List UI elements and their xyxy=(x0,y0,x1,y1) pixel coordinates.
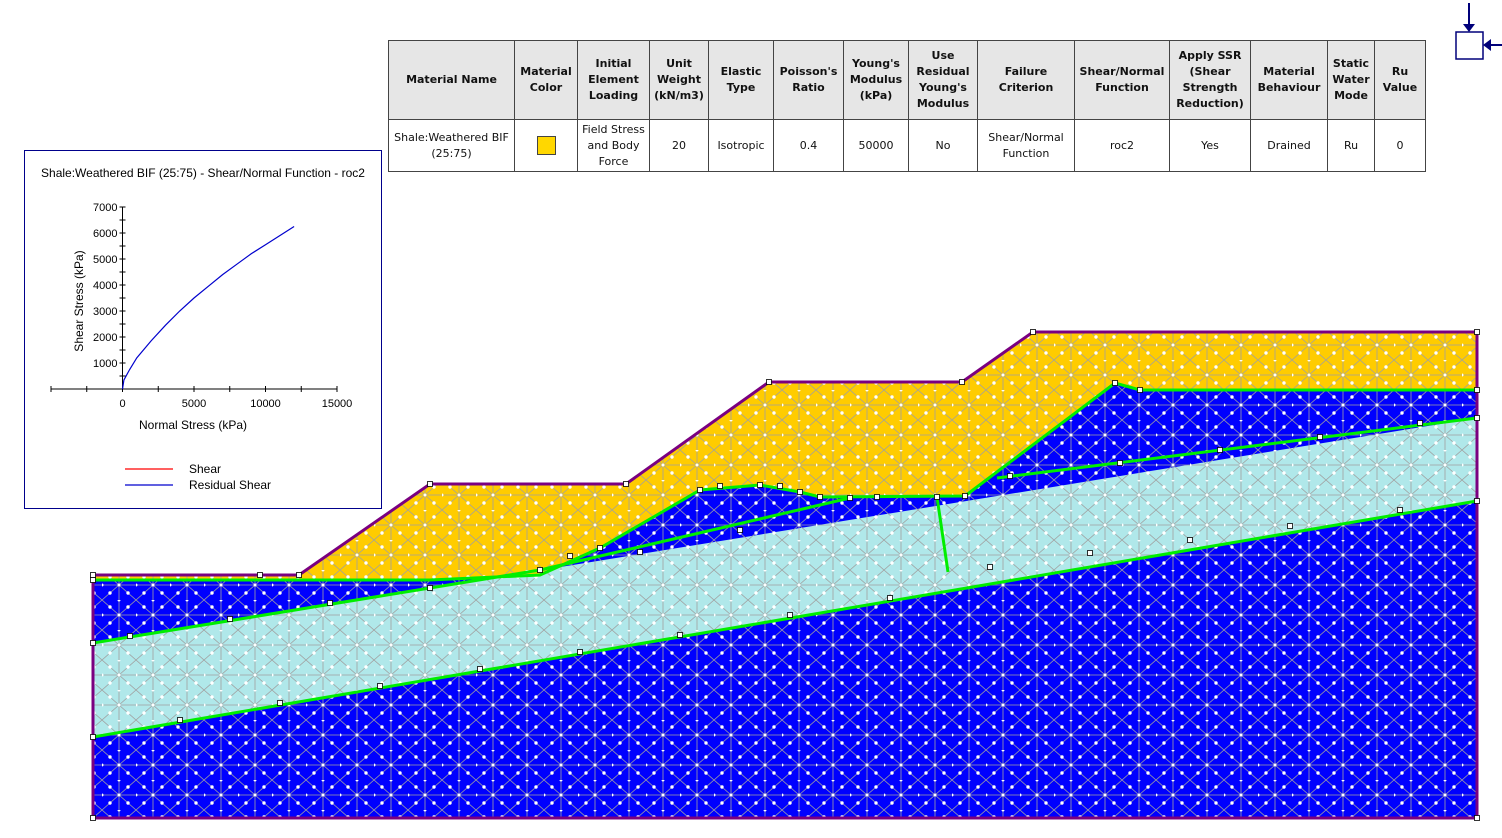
boundary-vertex[interactable] xyxy=(127,633,133,639)
boundary-vertex[interactable] xyxy=(717,483,723,489)
boundary-vertex[interactable] xyxy=(757,482,763,488)
boundary-vertex[interactable] xyxy=(427,481,433,487)
boundary-vertex[interactable] xyxy=(427,585,433,591)
boundary-vertex[interactable] xyxy=(327,600,333,606)
boundary-vertex[interactable] xyxy=(962,493,968,499)
boundary-vertex[interactable] xyxy=(787,612,793,618)
boundary-vertex[interactable] xyxy=(477,666,483,672)
boundary-vertex[interactable] xyxy=(637,549,643,555)
boundary-vertex[interactable] xyxy=(257,572,263,578)
boundary-vertex[interactable] xyxy=(377,683,383,689)
boundary-vertex[interactable] xyxy=(1397,507,1403,513)
boundary-vertex[interactable] xyxy=(1217,447,1223,453)
boundary-vertex[interactable] xyxy=(1007,473,1013,479)
boundary-vertex[interactable] xyxy=(577,649,583,655)
boundary-vertex[interactable] xyxy=(90,640,96,646)
boundary-vertex[interactable] xyxy=(1474,329,1480,335)
boundary-vertex[interactable] xyxy=(1112,380,1118,386)
boundary-vertex[interactable] xyxy=(1474,387,1480,393)
boundary-vertex[interactable] xyxy=(277,700,283,706)
boundary-vertex[interactable] xyxy=(817,494,823,500)
boundary-vertex[interactable] xyxy=(737,527,743,533)
boundary-vertex[interactable] xyxy=(677,632,683,638)
boundary-vertex[interactable] xyxy=(90,577,96,583)
boundary-vertex[interactable] xyxy=(934,494,940,500)
boundary-vertex[interactable] xyxy=(766,379,772,385)
boundary-vertex[interactable] xyxy=(567,553,573,559)
boundary-vertex[interactable] xyxy=(90,815,96,821)
boundary-vertex[interactable] xyxy=(1030,329,1036,335)
boundary-vertex[interactable] xyxy=(797,489,803,495)
boundary-vertex[interactable] xyxy=(623,481,629,487)
boundary-vertex[interactable] xyxy=(90,734,96,740)
boundary-vertex[interactable] xyxy=(1474,815,1480,821)
boundary-vertex[interactable] xyxy=(887,595,893,601)
boundary-vertex[interactable] xyxy=(296,572,302,578)
boundary-vertex[interactable] xyxy=(847,495,853,501)
boundary-vertex[interactable] xyxy=(1474,415,1480,421)
boundary-vertex[interactable] xyxy=(1287,523,1293,529)
boundary-vertex[interactable] xyxy=(1474,498,1480,504)
boundary-vertex[interactable] xyxy=(90,572,96,578)
slope-model-view[interactable] xyxy=(0,0,1502,838)
boundary-vertex[interactable] xyxy=(1317,434,1323,440)
boundary-vertex[interactable] xyxy=(987,564,993,570)
boundary-vertex[interactable] xyxy=(1117,460,1123,466)
boundary-vertex[interactable] xyxy=(1087,550,1093,556)
boundary-vertex[interactable] xyxy=(537,567,543,573)
boundary-vertex[interactable] xyxy=(1187,537,1193,543)
boundary-vertex[interactable] xyxy=(177,717,183,723)
boundary-vertex[interactable] xyxy=(1137,387,1143,393)
boundary-vertex[interactable] xyxy=(227,616,233,622)
boundary-vertex[interactable] xyxy=(697,487,703,493)
boundary-vertex[interactable] xyxy=(959,379,965,385)
boundary-vertex[interactable] xyxy=(777,483,783,489)
boundary-vertex[interactable] xyxy=(1417,420,1423,426)
boundary-vertex[interactable] xyxy=(874,494,880,500)
boundary-vertex[interactable] xyxy=(597,545,603,551)
